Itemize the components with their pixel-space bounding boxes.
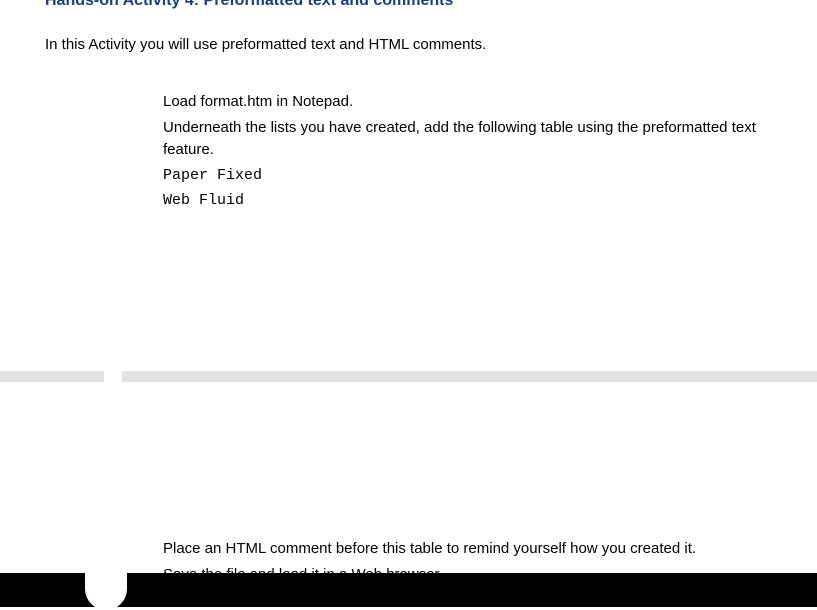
activity-intro: In this Activity you will use preformatt… [0,36,817,53]
steps-group-1: Load format.htm in Notepad. Underneath t… [0,91,817,214]
code-line: Web Fluid [163,189,797,214]
divider-left [0,371,104,382]
activity-heading: Hands-on Activity 4: Preformatted text a… [0,0,817,10]
step-item: Place an HTML comment before this table … [163,538,811,560]
code-line: Paper Fixed [163,164,797,189]
spacer [0,214,817,394]
divider-right [122,371,817,382]
footer-notch [85,570,127,610]
step-item: Underneath the lists you have created, a… [163,117,797,161]
code-block: Paper Fixed Web Fluid [163,164,797,214]
step-item: Load format.htm in Notepad. [163,91,797,113]
